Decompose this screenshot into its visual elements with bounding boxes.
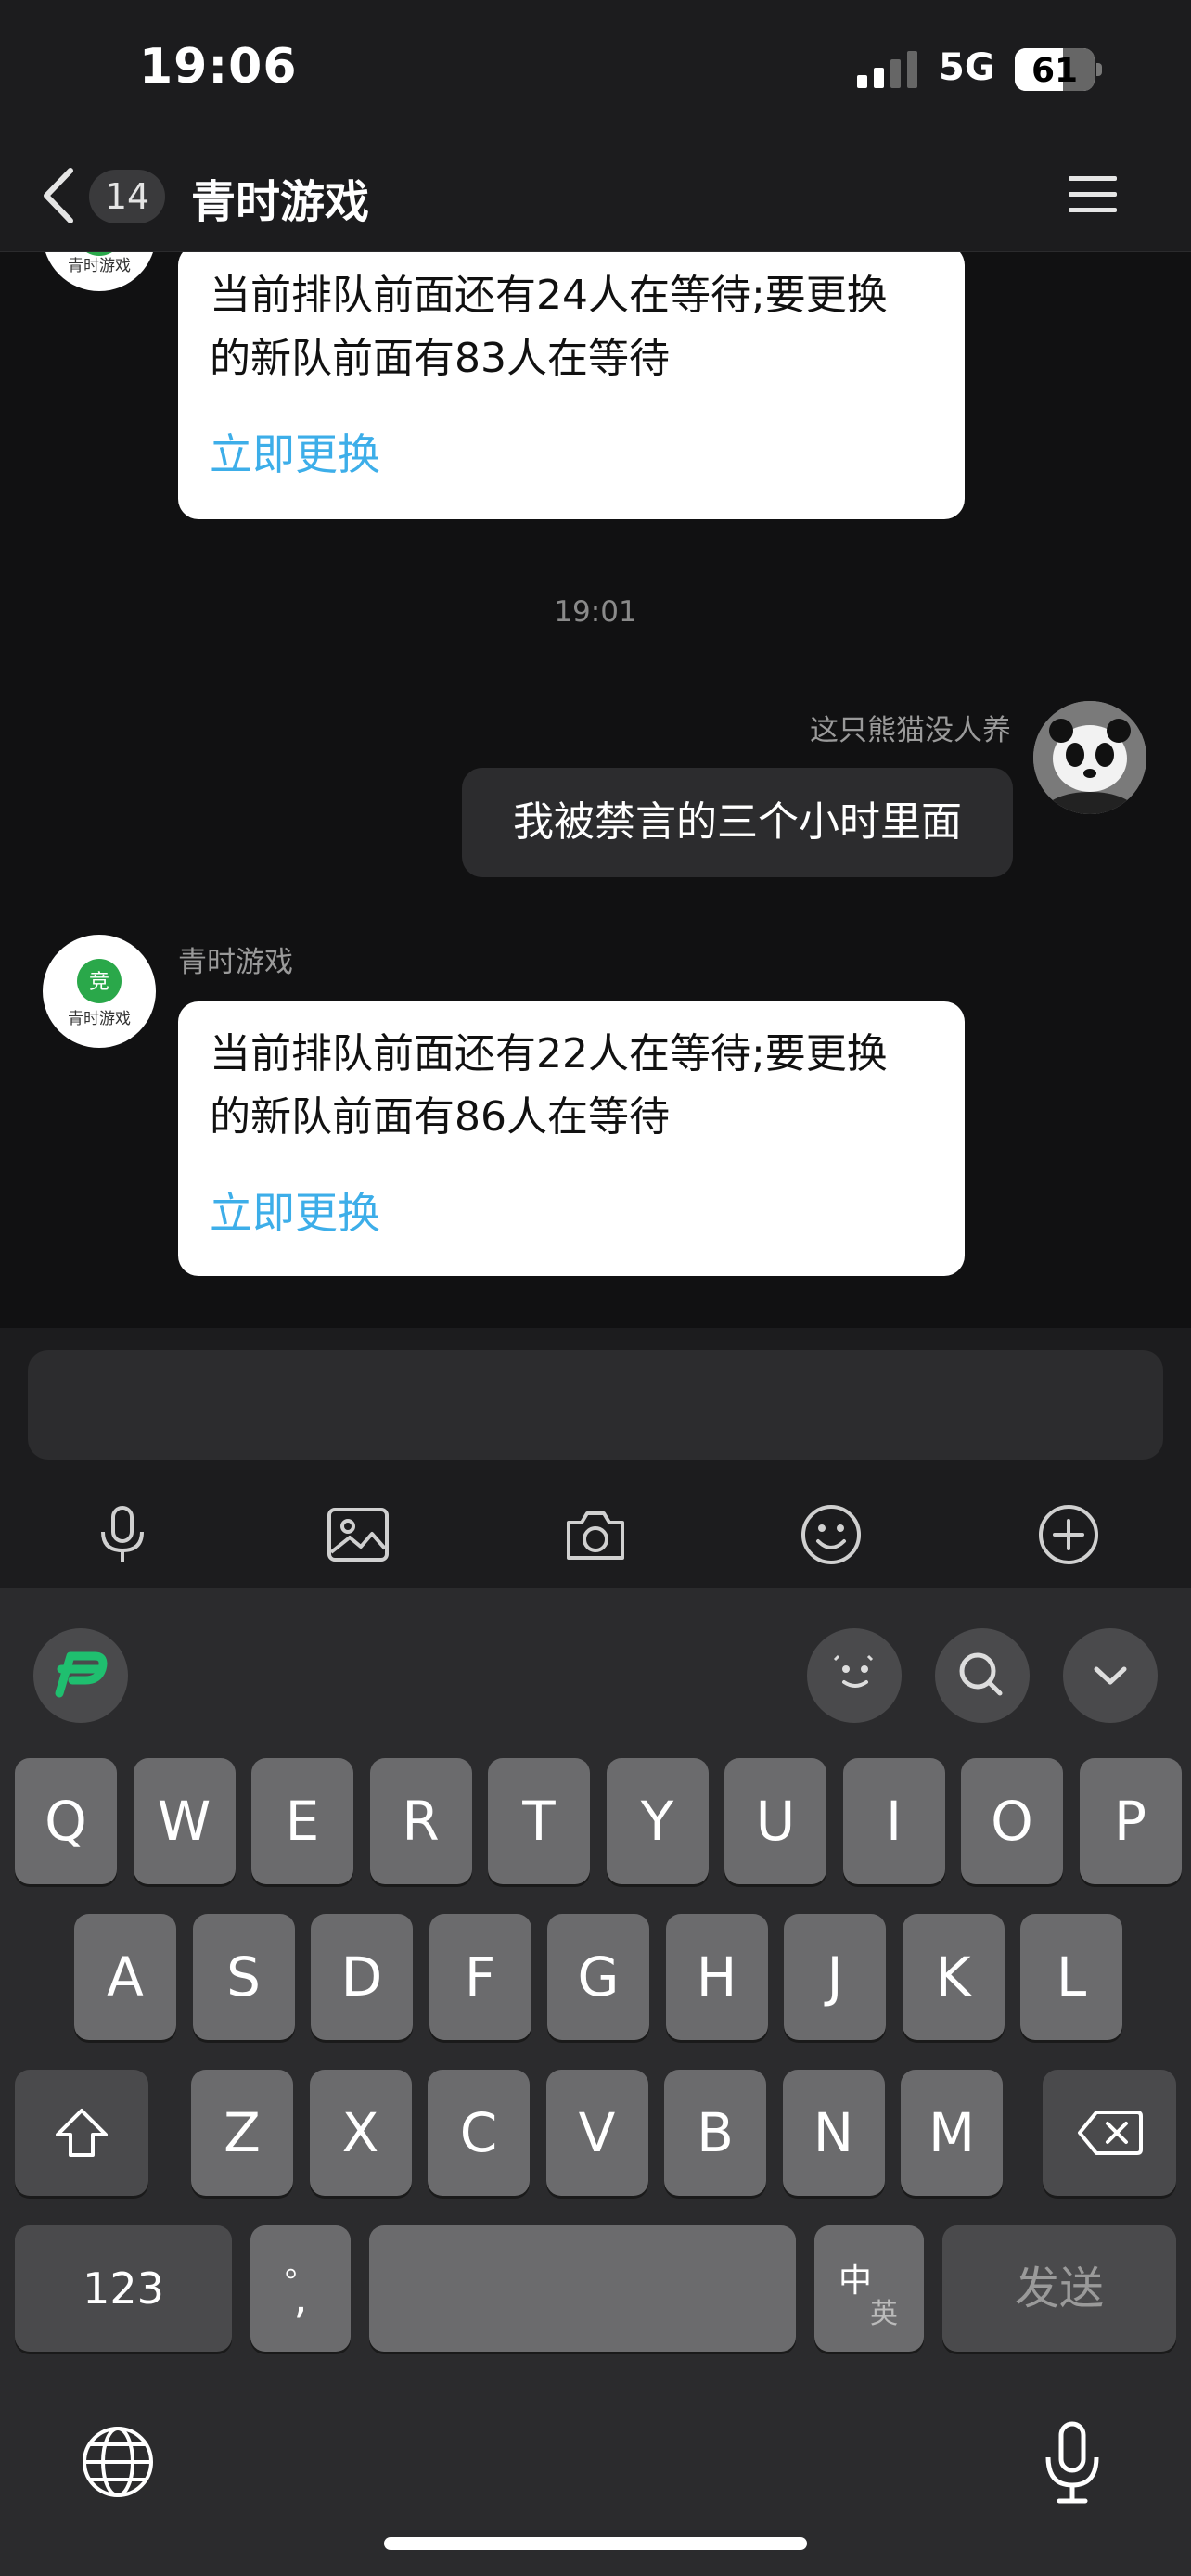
backspace-key[interactable]	[1043, 2070, 1176, 2196]
bot-avatar[interactable]: 竞 青时游戏	[43, 252, 156, 291]
status-time: 19:06	[139, 39, 298, 95]
status-bar: 19:06 5G 61	[0, 0, 1191, 139]
lang-en-label: 英	[870, 2298, 898, 2330]
camera-icon[interactable]	[563, 1502, 628, 1567]
unread-count-badge[interactable]: 14	[89, 170, 165, 223]
key-q[interactable]: Q	[15, 1758, 117, 1884]
punctuation-key[interactable]: 。 ,	[250, 2225, 351, 2352]
key-f[interactable]: F	[429, 1914, 531, 2040]
shift-icon	[56, 2109, 108, 2157]
image-icon[interactable]	[326, 1502, 391, 1567]
backspace-icon	[1078, 2111, 1143, 2155]
key-w[interactable]: W	[133, 1758, 236, 1884]
user-message-bubble[interactable]: 我被禁言的三个小时里面	[462, 768, 1013, 877]
plus-circle-icon[interactable]	[1036, 1502, 1101, 1567]
input-method-logo[interactable]	[33, 1628, 128, 1723]
keyboard: QWERTYUIOP ASDFGHJKL ZXCVBNM 123 。 , 中 英…	[0, 1588, 1191, 2576]
key-n[interactable]: N	[782, 2070, 885, 2196]
queue-status-card: 当前排队前面还有24人在等待;要更换 的新队前面有83人在等待 立即更换	[178, 252, 965, 519]
key-s[interactable]: S	[192, 1914, 295, 2040]
panda-avatar-icon	[1033, 701, 1146, 814]
key-k[interactable]: K	[902, 1914, 1005, 2040]
microphone-icon[interactable]	[90, 1502, 155, 1567]
battery-level: 61	[1031, 52, 1079, 90]
app-logo-icon	[55, 1651, 108, 1698]
signal-icon	[857, 51, 917, 88]
ai-face-icon	[833, 1654, 874, 1688]
message-composer	[0, 1328, 1191, 1588]
svg-text:青时游戏: 青时游戏	[68, 257, 131, 275]
chat-message-list[interactable]: 竞 青时游戏 当前排队前面还有24人在等待;要更换 的新队前面有83人在等待 立…	[0, 252, 1191, 1328]
key-c[interactable]: C	[428, 2070, 530, 2196]
globe-icon[interactable]	[80, 2424, 156, 2500]
key-i[interactable]: I	[842, 1758, 945, 1884]
key-z[interactable]: Z	[191, 2070, 293, 2196]
chat-header: 14 青时游戏	[0, 139, 1191, 252]
svg-text:竞: 竞	[89, 971, 109, 994]
voice-assistant-button[interactable]	[807, 1628, 902, 1723]
key-e[interactable]: E	[251, 1758, 353, 1884]
punct-bottom: ,	[293, 2272, 308, 2324]
emoji-icon[interactable]	[799, 1502, 864, 1567]
message-timestamp: 19:01	[554, 595, 637, 629]
send-key[interactable]: 发送	[942, 2225, 1176, 2352]
switch-queue-link[interactable]: 立即更换	[210, 421, 380, 482]
key-y[interactable]: Y	[606, 1758, 709, 1884]
key-l[interactable]: L	[1020, 1914, 1122, 2040]
menu-icon[interactable]	[1069, 172, 1117, 217]
key-b[interactable]: B	[664, 2070, 766, 2196]
key-d[interactable]: D	[311, 1914, 413, 2040]
card-text-line: 当前排队前面还有22人在等待;要更换	[210, 1030, 888, 1078]
battery-icon: 61	[1015, 48, 1104, 91]
user-avatar[interactable]	[1033, 701, 1146, 814]
shift-key[interactable]	[15, 2070, 148, 2196]
search-icon	[959, 1652, 1003, 1696]
sender-name: 这只熊猫没人养	[810, 714, 1011, 747]
message-input[interactable]	[28, 1350, 1163, 1460]
bot-logo-icon: 竞 青时游戏	[68, 959, 131, 1028]
chevron-down-icon	[1094, 1666, 1127, 1685]
card-text-line: 当前排队前面还有24人在等待;要更换	[210, 272, 888, 319]
key-o[interactable]: O	[961, 1758, 1063, 1884]
bot-avatar[interactable]: 竞 青时游戏	[43, 935, 156, 1048]
key-m[interactable]: M	[901, 2070, 1003, 2196]
chat-title: 青时游戏	[191, 176, 370, 228]
key-r[interactable]: R	[369, 1758, 472, 1884]
key-h[interactable]: H	[665, 1914, 768, 2040]
card-text-line: 的新队前面有83人在等待	[210, 335, 670, 382]
sender-name: 青时游戏	[178, 946, 293, 979]
key-t[interactable]: T	[488, 1758, 590, 1884]
key-j[interactable]: J	[784, 1914, 886, 2040]
key-x[interactable]: X	[309, 2070, 412, 2196]
language-switch-key[interactable]: 中 英	[814, 2225, 924, 2352]
keyboard-search-button[interactable]	[935, 1628, 1030, 1723]
key-g[interactable]: G	[547, 1914, 649, 2040]
bot-logo-icon: 竞 青时游戏	[68, 252, 131, 275]
network-label: 5G	[939, 46, 995, 89]
numbers-key[interactable]: 123	[15, 2225, 232, 2352]
svg-text:青时游戏: 青时游戏	[68, 1010, 131, 1028]
space-key[interactable]	[369, 2225, 796, 2352]
switch-queue-link[interactable]: 立即更换	[210, 1180, 380, 1241]
dictation-mic-icon[interactable]	[1039, 2420, 1106, 2506]
key-p[interactable]: P	[1079, 1758, 1182, 1884]
key-u[interactable]: U	[724, 1758, 826, 1884]
key-v[interactable]: V	[545, 2070, 648, 2196]
back-chevron-icon[interactable]	[39, 165, 78, 226]
lang-cn-label: 中	[839, 2262, 873, 2300]
collapse-keyboard-button[interactable]	[1063, 1628, 1158, 1723]
home-indicator	[384, 2537, 807, 2550]
queue-status-card: 当前排队前面还有22人在等待;要更换 的新队前面有86人在等待 立即更换	[178, 1001, 965, 1276]
card-text-line: 的新队前面有86人在等待	[210, 1093, 670, 1141]
key-a[interactable]: A	[74, 1914, 176, 2040]
